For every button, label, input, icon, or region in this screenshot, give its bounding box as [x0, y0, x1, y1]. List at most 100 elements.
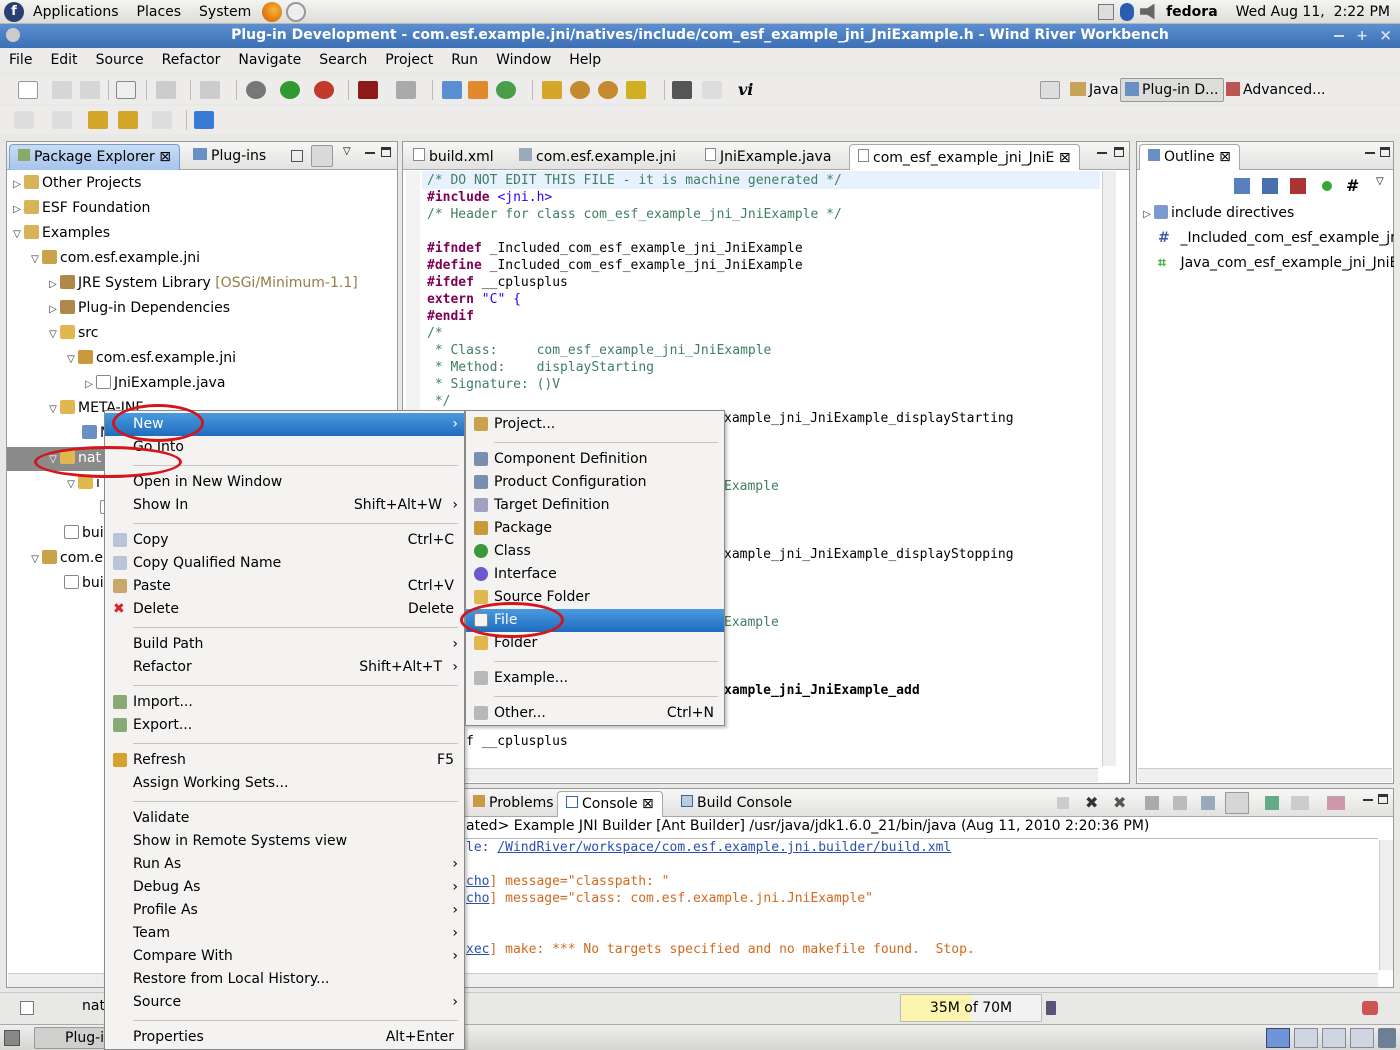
heap-status[interactable]: 35M of 70M — [900, 994, 1042, 1022]
code-partial-add[interactable]: xample_jni_JniExample_add — [724, 682, 920, 699]
menu-item-interface[interactable]: Interface — [466, 563, 724, 586]
tree-item-build-xml[interactable]: buil — [64, 521, 108, 546]
target-icon[interactable] — [200, 81, 220, 99]
code-line-1[interactable]: /* DO NOT EDIT THIS FILE - it is machine… — [427, 172, 842, 189]
menu-item-debug-as[interactable]: Debug As › — [105, 876, 464, 899]
sort-icon[interactable] — [1234, 178, 1250, 194]
open-plugin-icon[interactable] — [570, 81, 590, 99]
new-package-icon[interactable] — [442, 81, 462, 99]
menu-search[interactable]: Search — [310, 52, 376, 68]
menu-item-show-in[interactable]: Show In Shift+Alt+W › — [105, 494, 464, 517]
tab-build-console[interactable]: Build Console — [673, 791, 800, 817]
open-feature-icon[interactable] — [598, 81, 618, 99]
word-wrap-icon[interactable] — [1201, 796, 1215, 810]
hide-macros-icon[interactable]: # — [1346, 178, 1362, 194]
tab-build-xml[interactable]: build.xml — [405, 144, 502, 170]
tab-package-explorer[interactable]: Package Explorer ⊠ — [9, 144, 180, 170]
workspace-4-icon[interactable] — [1350, 1028, 1374, 1048]
menu-source[interactable]: Source — [87, 52, 153, 68]
menu-navigate[interactable]: Navigate — [229, 52, 310, 68]
code-line-14[interactable]: */ — [427, 393, 451, 410]
menu-item-assign-working-sets[interactable]: Assign Working Sets... — [105, 772, 464, 795]
tree-item-package[interactable]: ▽ com.esf.example.jni — [64, 346, 236, 371]
maximize-view-icon[interactable] — [381, 147, 391, 157]
minimize-icon[interactable] — [1334, 35, 1344, 37]
hide-static-icon[interactable] — [1290, 178, 1306, 194]
menu-item-component-definition[interactable]: Component Definition — [466, 448, 724, 471]
new-class-icon[interactable] — [468, 81, 488, 99]
perspective-advanced[interactable]: Advanced... — [1222, 80, 1330, 100]
outline-item-include-directives[interactable]: ▷ include directives — [1140, 201, 1294, 226]
volume-icon[interactable] — [1140, 3, 1155, 20]
back-icon[interactable] — [118, 111, 138, 129]
collapse-all-icon[interactable] — [291, 150, 303, 162]
outline-item-macro[interactable]: # _Included_com_esf_example_jn — [1158, 226, 1394, 251]
menu-item-refactor[interactable]: Refactor Shift+Alt+T › — [105, 656, 464, 679]
open-console-icon[interactable] — [194, 111, 214, 129]
tab-console[interactable]: Console ⊠ — [557, 791, 663, 817]
tree-item-examples[interactable]: ▽ Examples — [10, 221, 110, 246]
collapse-icon[interactable]: ▽ — [28, 547, 42, 572]
user-name[interactable]: fedora — [1166, 4, 1218, 20]
collapse-icon[interactable]: ▽ — [64, 347, 78, 372]
remote-icon[interactable] — [396, 81, 416, 99]
tab-header-file[interactable]: com_esf_example_jni_JniE ⊠ — [849, 144, 1080, 170]
code-partial-comment-2[interactable]: Example — [724, 614, 779, 631]
console-tag-link[interactable]: cho — [466, 891, 489, 906]
terminate-icon[interactable] — [1057, 797, 1069, 809]
tab-jniexample-java[interactable]: JniExample.java — [697, 144, 839, 170]
outline-view-menu-icon[interactable]: ▽ — [1376, 176, 1384, 187]
menu-item-project[interactable]: Project... — [466, 413, 724, 436]
menu-item-refresh[interactable]: Refresh F5 — [105, 749, 464, 772]
console-vscrollbar[interactable] — [1379, 840, 1393, 970]
menu-item-package[interactable]: Package — [466, 517, 724, 540]
remove-all-icon[interactable]: ✖ — [1113, 793, 1126, 812]
vi-mode-icon[interactable]: vi — [738, 81, 758, 99]
hide-fields-icon[interactable] — [1262, 178, 1278, 194]
workspace-2-icon[interactable] — [1294, 1028, 1318, 1048]
code-line-5[interactable]: #ifndef _Included_com_esf_example_jni_Jn… — [427, 240, 803, 257]
fast-view-icon[interactable] — [20, 1001, 34, 1015]
gear-icon[interactable] — [672, 81, 692, 99]
gnome-menu-applications[interactable]: Applications — [24, 4, 128, 20]
menu-edit[interactable]: Edit — [41, 52, 86, 68]
menu-item-open-in-new-window[interactable]: Open in New Window — [105, 471, 464, 494]
taskbar-window-button[interactable]: Plug-i — [34, 1027, 114, 1049]
code-partial-display-stopping[interactable]: xample_jni_JniExample_displayStopping — [724, 546, 1014, 563]
code-line-12[interactable]: * Method: displayStarting — [427, 359, 654, 376]
open-type-icon[interactable] — [542, 81, 562, 99]
code-line-13[interactable]: * Signature: ()V — [427, 376, 560, 393]
menu-window[interactable]: Window — [487, 52, 560, 68]
collapse-icon[interactable]: ▽ — [46, 397, 60, 422]
editor-hscrollbar[interactable] — [422, 768, 1098, 782]
menu-item-compare-with[interactable]: Compare With › — [105, 945, 464, 968]
scroll-lock-icon[interactable] — [1173, 796, 1187, 810]
menu-item-properties[interactable]: Properties Alt+Enter — [105, 1026, 464, 1049]
bluetooth-icon[interactable] — [1120, 2, 1135, 21]
menu-item-import[interactable]: Import... — [105, 691, 464, 714]
display-console-icon[interactable] — [1291, 796, 1309, 810]
code-line-9[interactable]: #endif — [427, 308, 474, 325]
perspective-java[interactable]: Java — [1066, 80, 1123, 100]
maximize-view-icon[interactable] — [1380, 147, 1390, 157]
menu-item-team[interactable]: Team › — [105, 922, 464, 945]
tree-item-builder-build-xml[interactable]: buil — [64, 571, 108, 596]
expand-icon[interactable]: ▷ — [10, 172, 24, 197]
tree-item-plugin-deps[interactable]: ▷ Plug-in Dependencies — [46, 296, 230, 321]
maximize-view-icon[interactable] — [1114, 147, 1124, 157]
menu-item-run-as[interactable]: Run As › — [105, 853, 464, 876]
previous-annotation-icon[interactable] — [52, 111, 72, 129]
save-icon[interactable] — [52, 81, 72, 99]
tree-item-jre-library[interactable]: ▷ JRE System Library [OSGi/Minimum-1.1] — [46, 271, 358, 296]
console-tag-link[interactable]: cho — [466, 874, 489, 889]
maximize-icon[interactable]: + — [1356, 28, 1368, 44]
perspective-plugin-dev[interactable]: Plug-in D... — [1120, 78, 1224, 102]
tab-outline[interactable]: Outline ⊠ — [1139, 144, 1240, 170]
pin-console-icon[interactable] — [1265, 796, 1279, 810]
menu-item-other[interactable]: Other... Ctrl+N — [466, 702, 724, 725]
editor-vscrollbar[interactable] — [1102, 171, 1116, 766]
minimize-view-icon[interactable] — [1365, 152, 1375, 154]
tab-problems[interactable]: Problems — [465, 791, 562, 817]
clear-console-icon[interactable] — [1145, 796, 1159, 810]
garbage-collect-icon[interactable] — [1046, 1001, 1056, 1015]
